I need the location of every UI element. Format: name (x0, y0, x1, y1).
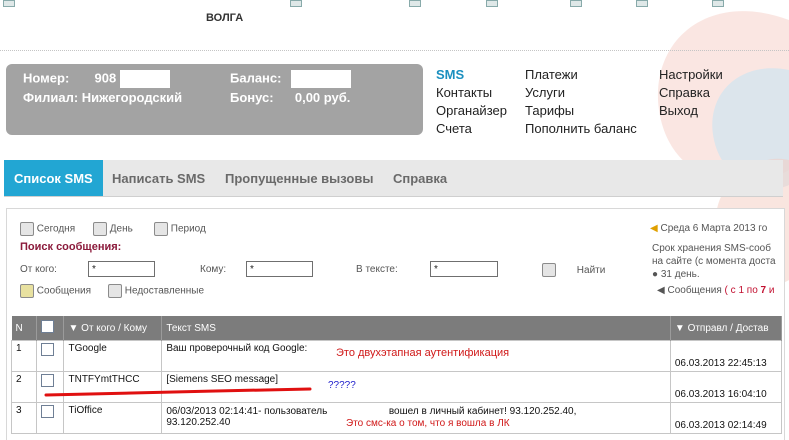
column-header-sms-text: Текст SMS (161, 316, 671, 341)
branch-label: Филиал: (23, 90, 79, 105)
row-select[interactable] (35, 340, 65, 372)
sort-icon: ▼ (68, 322, 79, 334)
nav-link-sms[interactable]: SMS (436, 66, 507, 84)
bookmark-icon (712, 0, 724, 7)
nav-link-contacts[interactable]: Контакты (436, 84, 507, 102)
bookmark-icon (290, 0, 302, 7)
divider (0, 50, 789, 51)
red-underline-annotation (44, 387, 312, 397)
nav-column-3: Настройки Справка Выход (659, 66, 723, 120)
messages-pager[interactable]: ◀ Сообщения ( с 1 по 7 и (657, 285, 774, 296)
nav-link-tariffs[interactable]: Тарифы (525, 102, 637, 120)
text-input[interactable]: * (430, 261, 498, 277)
bullet-icon: ● (652, 269, 659, 280)
column-header-number: N (11, 316, 37, 341)
calendar-icon (154, 222, 168, 236)
tab-write-sms[interactable]: Написать SMS (112, 160, 205, 196)
nav-link-payments[interactable]: Платежи (525, 66, 637, 84)
nav-link-topup[interactable]: Пополнить баланс (525, 120, 637, 138)
row-number: 2 (11, 371, 37, 403)
nav-link-bills[interactable]: Счета (436, 120, 507, 138)
filter-period[interactable]: Период (154, 222, 206, 236)
row-checkbox[interactable] (40, 343, 54, 356)
filter-undelivered[interactable]: Недоставленные (108, 284, 204, 298)
from-input[interactable]: * (88, 261, 155, 277)
region-label: ВОЛГА (206, 12, 244, 24)
branch-value: Нижегородский (81, 90, 183, 105)
annotation-two-factor: Это двухэтапная аутентификация (336, 347, 510, 359)
browser-bookmarks-strip (0, 0, 789, 7)
nav-link-services[interactable]: Услуги (525, 84, 637, 102)
nav-column-2: Платежи Услуги Тарифы Пополнить баланс (525, 66, 637, 138)
bookmark-icon (636, 0, 648, 7)
arrow-left-icon: ◀ (657, 285, 665, 296)
sms-table: N ▼ От кого / Кому Текст SMS ▼ Отправл /… (11, 316, 783, 434)
number-label: Номер: (23, 70, 70, 86)
column-header-select[interactable] (36, 316, 65, 341)
filter-today[interactable]: Сегодня (20, 222, 75, 236)
current-date: ◀ Среда 6 Марта 2013 го (650, 223, 768, 234)
nav-column-1: SMS Контакты Органайзер Счета (436, 66, 507, 138)
filter-day[interactable]: День (93, 222, 133, 236)
row-date: 06.03.2013 22:45:13 (669, 340, 783, 372)
annotation-question: ????? (328, 380, 356, 391)
nav-link-logout[interactable]: Выход (659, 102, 723, 120)
tab-missed-calls[interactable]: Пропущенные вызовы (225, 160, 373, 196)
undelivered-icon (108, 284, 122, 298)
text-label: В тексте: (356, 264, 398, 275)
row-sender: TGoogle (63, 340, 163, 372)
row-date: 06.03.2013 16:04:10 (669, 371, 783, 403)
column-header-sent-delivered[interactable]: ▼ Отправл / Достав (670, 316, 783, 341)
bookmark-icon (570, 0, 582, 7)
row-sender: TiOffice (63, 402, 163, 434)
search-icon (542, 263, 556, 277)
tab-help[interactable]: Справка (393, 160, 447, 196)
column-header-from-to[interactable]: ▼ От кого / Кому (63, 316, 163, 341)
bookmark-icon (486, 0, 498, 7)
from-label: От кого: (20, 264, 57, 275)
row-checkbox[interactable] (40, 405, 54, 418)
storage-info: Срок хранения SMS-сооб на сайте (с момен… (652, 243, 776, 280)
calendar-icon (93, 222, 107, 236)
nav-link-organizer[interactable]: Органайзер (436, 102, 507, 120)
row-number: 3 (11, 402, 37, 434)
messages-icon (20, 284, 34, 298)
redacted-text (330, 405, 387, 414)
calendar-icon (20, 222, 34, 236)
masked-number (119, 70, 170, 88)
nav-link-settings[interactable]: Настройки (659, 66, 723, 84)
table-header-row: N ▼ От кого / Кому Текст SMS ▼ Отправл /… (11, 316, 783, 341)
nav-link-help[interactable]: Справка (659, 84, 723, 102)
row-select[interactable] (35, 402, 65, 434)
to-label: Кому: (200, 264, 227, 275)
row-date: 06.03.2013 02:14:49 (669, 402, 783, 434)
select-all-checkbox[interactable] (40, 320, 54, 333)
arrow-left-icon: ◀ (650, 223, 658, 234)
sms-tabs: Список SMS Написать SMS Пропущенные вызо… (4, 160, 783, 197)
row-number: 1 (11, 340, 37, 372)
annotation-sms-login: Это смс-ка о том, что я вошла в ЛК (346, 418, 510, 429)
number-value: 908 (94, 70, 117, 86)
bonus-value: 0,00 руб. (294, 90, 351, 105)
bonus-label: Бонус: (230, 90, 274, 105)
balance-label: Баланс: (230, 70, 282, 86)
bookmark-icon (409, 0, 421, 7)
filter-messages[interactable]: Сообщения (20, 284, 91, 298)
tab-sms-list[interactable]: Список SMS (4, 160, 103, 196)
search-heading: Поиск сообщения: (20, 241, 122, 253)
account-info-box: Номер: 908 Филиал: Нижегородский Баланс:… (6, 64, 423, 135)
find-button[interactable]: Найти (542, 263, 605, 277)
masked-balance (291, 70, 352, 88)
bookmark-icon (3, 0, 15, 7)
to-input[interactable]: * (246, 261, 313, 277)
sort-icon: ▼ (674, 322, 685, 334)
